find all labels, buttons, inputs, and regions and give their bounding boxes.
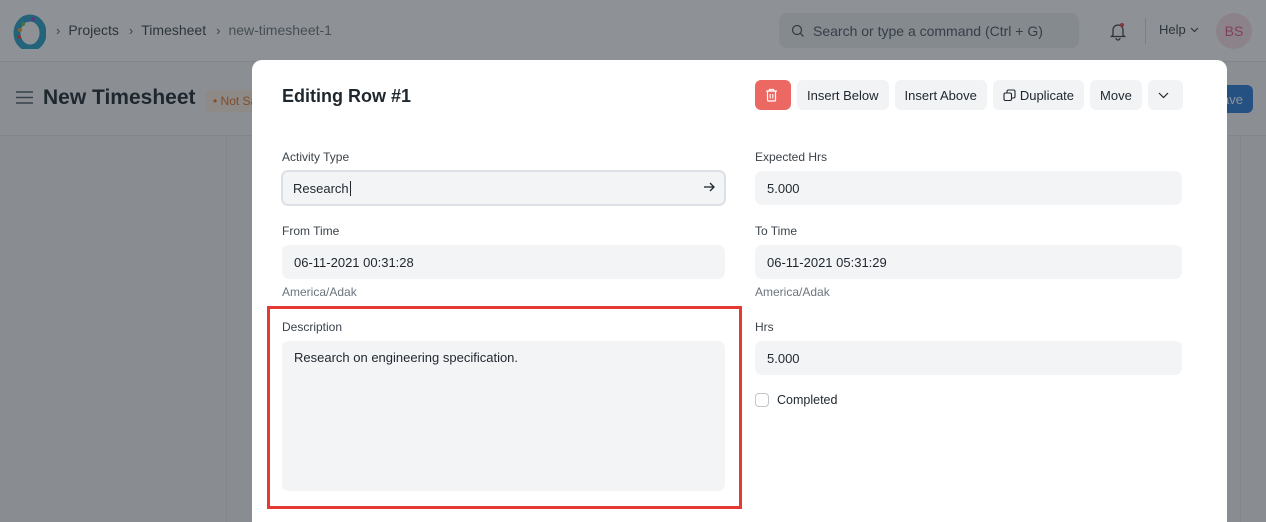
hrs-input[interactable]: 5.000 (755, 341, 1182, 375)
activity-type-label: Activity Type (282, 150, 350, 164)
row-actions: Insert Below Insert Above Duplicate Move (755, 80, 1183, 110)
chevron-down-icon (1158, 92, 1169, 98)
expected-hrs-input[interactable]: 5.000 (755, 171, 1182, 205)
trash-icon (765, 88, 777, 102)
to-time-value: 06-11-2021 05:31:29 (767, 254, 887, 270)
delete-row-button[interactable] (755, 80, 791, 110)
from-time-value: 06-11-2021 00:31:28 (294, 254, 414, 270)
description-label: Description (282, 320, 343, 334)
activity-type-input[interactable]: Research (281, 170, 726, 206)
move-button[interactable]: Move (1090, 80, 1142, 110)
to-time-input[interactable]: 06-11-2021 05:31:29 (755, 245, 1182, 279)
expected-hrs-value: 5.000 (767, 180, 800, 196)
to-time-label: To Time (755, 224, 798, 238)
completed-label[interactable]: Completed (777, 393, 837, 407)
insert-above-button[interactable]: Insert Above (894, 80, 987, 110)
from-time-input[interactable]: 06-11-2021 00:31:28 (282, 245, 725, 279)
dialog-title: Editing Row #1 (282, 86, 412, 106)
hrs-label: Hrs (755, 320, 774, 334)
expected-hrs-label: Expected Hrs (755, 150, 828, 164)
insert-below-button[interactable]: Insert Below (797, 80, 889, 110)
duplicate-icon (1003, 88, 1016, 101)
edit-row-dialog: Editing Row #1 Insert Below Insert Above… (252, 60, 1227, 522)
from-time-timezone: America/Adak (282, 285, 357, 299)
completed-checkbox[interactable] (755, 393, 769, 407)
duplicate-button[interactable]: Duplicate (992, 80, 1085, 110)
to-time-timezone: America/Adak (755, 285, 830, 299)
activity-type-value: Research (293, 180, 349, 196)
description-textarea[interactable]: Research on engineering specification. (282, 341, 725, 491)
from-time-label: From Time (282, 224, 340, 238)
text-cursor (349, 180, 351, 196)
more-actions-button[interactable] (1147, 80, 1183, 110)
arrow-right-icon[interactable] (703, 181, 716, 193)
hrs-value: 5.000 (767, 350, 800, 366)
duplicate-label: Duplicate (1019, 87, 1075, 103)
